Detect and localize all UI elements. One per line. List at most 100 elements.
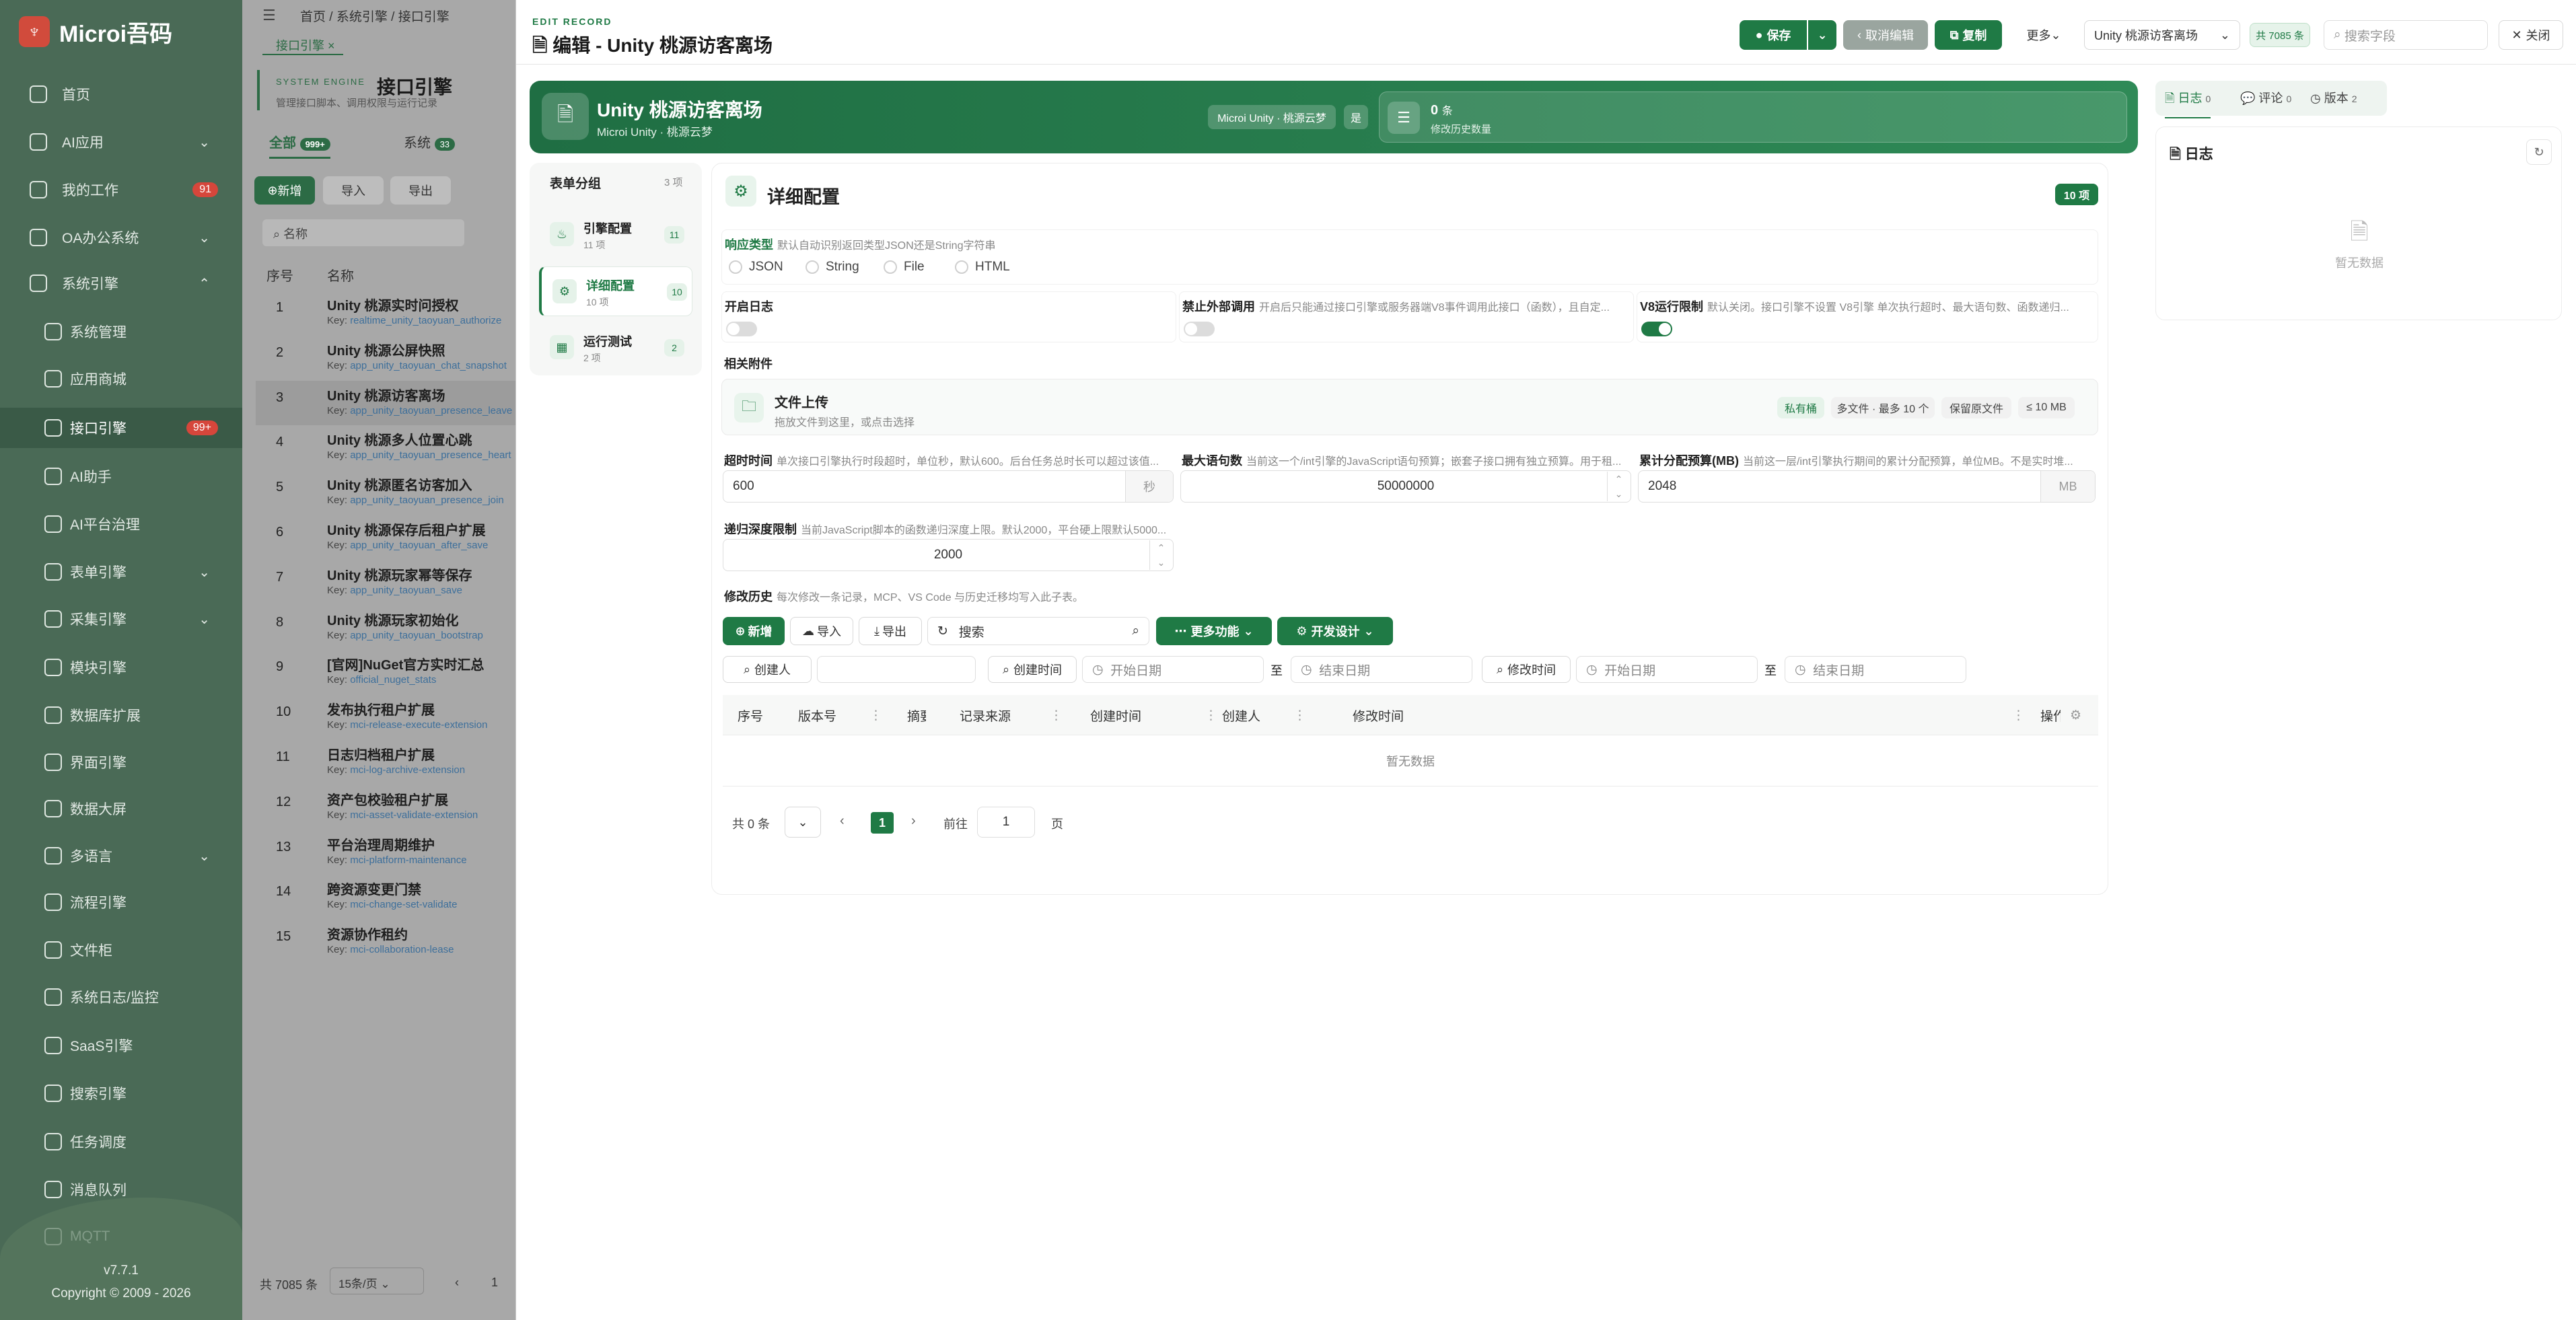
v8-limit-toggle[interactable] <box>1641 322 1672 336</box>
filter-created-start-date[interactable]: ◷ 开始日期 <box>1082 656 1264 683</box>
bg-import-button[interactable]: 导入 <box>323 176 384 205</box>
table-row[interactable]: 5 Unity 桃源匿名访客加入 Key: app_unity_taoyuan_pr… <box>256 470 515 515</box>
group-item-2[interactable]: ▦ 运行测试 2 项 2 <box>539 323 692 373</box>
sidebar-item-6[interactable]: 应用商城 <box>0 359 242 399</box>
filter-created-end-date[interactable]: ◷ 结束日期 <box>1291 656 1472 683</box>
pagesize-chevron-icon[interactable]: ⌄ <box>785 807 821 838</box>
recursion-limit-input[interactable]: 2000 <box>723 539 1174 571</box>
table-row[interactable]: 13 平台治理周期维护 Key: mci-platform-maintenance <box>256 830 515 875</box>
column-menu-icon[interactable]: ⋮ <box>869 695 882 735</box>
save-dropdown-chevron-icon[interactable]: ⌄ <box>1808 20 1836 50</box>
sidebar-item-17[interactable]: 流程引擎 <box>0 882 242 922</box>
cancel-edit-button[interactable]: ‹ 取消编辑 <box>1843 20 1928 50</box>
page-tab[interactable]: 接口引擎 × <box>262 32 343 55</box>
group-item-1[interactable]: ⚙ 详细配置 10 项 10 <box>539 266 692 316</box>
sidebar-item-8[interactable]: AI助手 <box>0 456 242 497</box>
filter-creator-button[interactable]: ⌕ 创建人 <box>723 656 812 683</box>
app-logo[interactable]: ♆ Microi吾码 <box>19 15 172 48</box>
sidebar-item-22[interactable]: 任务调度 <box>0 1122 242 1162</box>
sidebar-item-4[interactable]: 系统引擎 ⌃ <box>0 263 242 303</box>
max-statements-input[interactable]: 50000000 <box>1180 470 1631 503</box>
filter-modified-start-date[interactable]: ◷ 开始日期 <box>1576 656 1758 683</box>
history-import-button[interactable]: ☁ 导入 <box>790 617 853 645</box>
filter-modified-end-date[interactable]: ◷ 结束日期 <box>1785 656 1966 683</box>
filter-creator-input[interactable] <box>817 656 976 683</box>
history-add-button[interactable]: ⊕ 新增 <box>723 617 785 645</box>
bg-search-input[interactable]: ⌕ 名称 <box>262 219 464 246</box>
sidebar-item-21[interactable]: 搜索引擎 <box>0 1073 242 1113</box>
column-menu-icon[interactable]: ⋮ <box>1050 695 1063 735</box>
tab-versions[interactable]: ◷ 版本 2 <box>2310 89 2357 106</box>
history-export-button[interactable]: ⤓ 导出 <box>859 617 922 645</box>
column-settings-icon[interactable]: ⚙ <box>2070 695 2081 735</box>
bg-add-button[interactable]: ⊕ 新增 <box>254 176 315 205</box>
copy-button[interactable]: ⧉ 复制 <box>1935 20 2002 50</box>
sidebar-item-14[interactable]: 界面引擎 <box>0 742 242 782</box>
more-button[interactable]: 更多 ⌄ <box>2011 20 2076 50</box>
sidebar-item-13[interactable]: 数据库扩展 <box>0 695 242 735</box>
column-menu-icon[interactable]: ⋮ <box>1293 695 1306 735</box>
save-button[interactable]: ● 保存 <box>1740 20 1807 50</box>
more-functions-button[interactable]: ⋯ 更多功能 ⌄ <box>1156 617 1272 645</box>
table-row[interactable]: 9 [官网]NuGet官方实时汇总 Key: official_nuget_stat… <box>256 650 515 694</box>
sidebar-item-16[interactable]: 多语言 ⌄ <box>0 836 242 876</box>
table-row[interactable]: 10 发布执行租户扩展 Key: mci-release-execute-exten… <box>256 695 515 739</box>
memory-budget-input[interactable]: 2048 <box>1638 470 2096 503</box>
radio-file[interactable]: File <box>884 260 925 274</box>
table-row[interactable]: 1 Unity 桃源实时问授权 Key: realtime_unity_taoyua… <box>256 291 515 335</box>
bg-prev-icon[interactable]: ‹ <box>455 1276 459 1290</box>
goto-page-input[interactable]: 1 <box>977 807 1035 838</box>
timeout-input[interactable]: 600 <box>723 470 1174 503</box>
close-button[interactable]: ✕ 关闭 <box>2499 20 2563 50</box>
tab-all[interactable]: 全部 999+ <box>269 132 330 159</box>
tab-comments[interactable]: 💬 评论 0 <box>2240 89 2291 106</box>
column-menu-icon[interactable]: ⋮ <box>1205 695 1217 735</box>
forbid-external-toggle[interactable] <box>1184 322 1215 336</box>
current-page[interactable]: 1 <box>871 812 894 834</box>
table-row[interactable]: 12 资产包校验租户扩展 Key: mci-asset-validate-exten… <box>256 785 515 830</box>
record-select[interactable]: Unity 桃源访客离场 ⌄ <box>2084 20 2240 50</box>
sidebar-item-0[interactable]: 首页 <box>0 74 242 114</box>
table-row[interactable]: 6 Unity 桃源保存后租户扩展 Key: app_unity_taoyuan_a… <box>256 515 515 560</box>
table-row[interactable]: 11 日志归档租户扩展 Key: mci-log-archive-extension <box>256 740 515 784</box>
group-item-0[interactable]: ♨ 引擎配置 11 项 11 <box>539 210 692 260</box>
stepper-arrows-icon[interactable]: ⌃ ⌄ <box>1607 472 1630 501</box>
table-row[interactable]: 7 Unity 桃源玩家幂等保存 Key: app_unity_taoyuan_sa… <box>256 560 515 605</box>
next-page-icon[interactable]: › <box>911 813 916 829</box>
table-row[interactable]: 8 Unity 桃源玩家初始化 Key: app_unity_taoyuan_boo… <box>256 606 515 650</box>
file-upload-dropzone[interactable]: 🗀 文件上传 拖放文件到这里，或点击选择 私有桶 多文件 · 最多 10 个 保… <box>721 379 2098 435</box>
sidebar-item-12[interactable]: 模块引擎 <box>0 647 242 688</box>
radio-json[interactable]: JSON <box>729 260 783 274</box>
menu-toggle-icon[interactable]: ☰ <box>262 7 276 24</box>
sidebar-item-3[interactable]: OA办公系统 ⌄ <box>0 217 242 258</box>
search-icon[interactable]: ⌕ <box>1132 624 1139 638</box>
table-row[interactable]: 3 Unity 桃源访客离场 Key: app_unity_taoyuan_pres… <box>256 380 515 425</box>
table-row[interactable]: 2 Unity 桃源公屏快照 Key: app_unity_taoyuan_chat… <box>256 336 515 380</box>
tab-log[interactable]: 🗎 日志 0 <box>2165 89 2211 118</box>
sidebar-item-11[interactable]: 采集引擎 ⌄ <box>0 599 242 639</box>
sidebar-item-18[interactable]: 文件柜 <box>0 930 242 970</box>
dev-design-button[interactable]: ⚙ 开发设计 ⌄ <box>1277 617 1393 645</box>
sidebar-item-15[interactable]: 数据大屏 <box>0 789 242 829</box>
enable-log-toggle[interactable] <box>726 322 757 336</box>
sidebar-item-5[interactable]: 系统管理 <box>0 311 242 352</box>
filter-created-time-button[interactable]: ⌕ 创建时间 <box>988 656 1077 683</box>
sidebar-item-2[interactable]: 我的工作 91 <box>0 170 242 210</box>
refresh-icon[interactable]: ↻ <box>937 624 948 639</box>
sidebar-item-10[interactable]: 表单引擎 ⌄ <box>0 552 242 592</box>
tab-system[interactable]: 系统 33 <box>404 132 456 151</box>
sidebar-item-1[interactable]: AI应用 ⌄ <box>0 122 242 162</box>
bg-page-number[interactable]: 1 <box>491 1276 498 1290</box>
radio-string[interactable]: String <box>806 260 859 274</box>
table-row[interactable]: 14 跨资源变更门禁 Key: mci-change-set-validate <box>256 875 515 919</box>
field-search-input[interactable]: ⌕ 搜索字段 <box>2324 20 2488 50</box>
column-menu-icon[interactable]: ⋮ <box>2012 695 2025 735</box>
recursion-stepper-icon[interactable]: ⌃ ⌄ <box>1149 540 1172 570</box>
sidebar-item-20[interactable]: SaaS引擎 <box>0 1025 242 1066</box>
refresh-icon[interactable]: ↻ <box>2526 139 2552 165</box>
history-search-input[interactable]: ↻ 搜索 ⌕ <box>927 617 1149 645</box>
table-row[interactable]: 4 Unity 桃源多人位置心跳 Key: app_unity_taoyuan_pr… <box>256 425 515 470</box>
sidebar-item-19[interactable]: 系统日志/监控 <box>0 977 242 1017</box>
bg-pagesize-select[interactable]: 15条/页 ⌄ <box>330 1268 424 1294</box>
prev-page-icon[interactable]: ‹ <box>840 813 845 829</box>
